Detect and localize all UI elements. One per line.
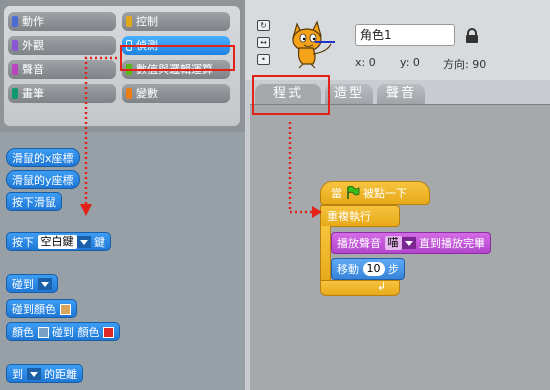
block-text: 步: [388, 263, 399, 276]
sprite-y-readout: y: 0: [400, 56, 420, 69]
sprite-info-header: ↻ ↔ • 角色1 x: 0 y: 0 方向: 90: [245, 0, 550, 80]
category-motion[interactable]: 動作: [8, 12, 116, 31]
block-mouse-y[interactable]: 滑鼠的y座標: [6, 170, 80, 189]
forever-c-bottom: ↲: [320, 280, 400, 296]
forever-c-arm: [320, 226, 331, 282]
block-text: 按下: [12, 236, 34, 249]
sound-dropdown-value[interactable]: 喵: [384, 236, 402, 250]
block-forever[interactable]: 重複執行: [320, 205, 400, 227]
block-text: 碰到: [12, 278, 34, 291]
category-swatch: [12, 64, 18, 75]
block-touching[interactable]: 碰到: [6, 274, 58, 293]
dropdown-arrow-icon[interactable]: [76, 236, 91, 248]
block-mouse-down[interactable]: 按下滑鼠: [6, 192, 62, 211]
move-steps-input[interactable]: 10: [362, 262, 385, 276]
left-pane: 動作 控制 外觀 偵測 聲音 數值與邏輯運算 畫筆 變數 滑鼠的x座標 滑鼠的y…: [0, 0, 245, 390]
rotate-style-left-right-icon[interactable]: ↔: [257, 37, 270, 48]
loop-arrow-icon: ↲: [377, 280, 387, 293]
category-label: 聲音: [22, 63, 44, 76]
sprite-direction-readout: 方向: 90: [443, 58, 487, 71]
category-swatch: [12, 88, 18, 99]
block-move-steps[interactable]: 移動 10 步: [331, 258, 405, 280]
color-swatch[interactable]: [103, 326, 114, 338]
block-when-flag-clicked[interactable]: 當 被點一下: [320, 181, 430, 205]
tab-costumes[interactable]: 造型: [325, 84, 373, 104]
block-text: 鍵: [94, 236, 105, 249]
category-label: 控制: [136, 15, 158, 28]
block-text: 碰到顏色: [12, 303, 56, 316]
color-swatch[interactable]: [59, 303, 71, 315]
dropdown-arrow-icon[interactable]: [26, 368, 41, 380]
category-label: 變數: [136, 87, 158, 100]
block-touching-color[interactable]: 碰到顏色: [6, 299, 77, 318]
category-sound[interactable]: 聲音: [8, 60, 116, 79]
block-color-touching-color[interactable]: 顏色 碰到 顏色: [6, 322, 120, 341]
category-pen[interactable]: 畫筆: [8, 84, 116, 103]
category-looks[interactable]: 外觀: [8, 36, 116, 55]
block-key-pressed[interactable]: 按下 空白鍵 鍵: [6, 232, 111, 251]
category-swatch: [126, 88, 132, 99]
green-flag-icon: [346, 185, 359, 199]
block-text: 播放聲音: [337, 237, 381, 250]
category-label: 動作: [22, 15, 44, 28]
block-mouse-x[interactable]: 滑鼠的x座標: [6, 148, 80, 167]
dropdown-arrow-icon[interactable]: [37, 278, 52, 290]
sprite-x-readout: x: 0: [355, 56, 376, 69]
dropdown-arrow-icon[interactable]: [401, 237, 416, 249]
script-area[interactable]: 當 被點一下 重複執行 ↲ 播放聲音 喵 直到播放完畢 移動 10 步: [250, 104, 550, 390]
block-text: 移動: [337, 263, 359, 276]
key-dropdown-value[interactable]: 空白鍵: [37, 235, 77, 249]
category-variables[interactable]: 變數: [122, 84, 230, 103]
category-label: 畫筆: [22, 87, 44, 100]
block-text: 直到播放完畢: [419, 237, 485, 250]
category-swatch: [126, 16, 132, 27]
block-text: 碰到 顏色: [52, 326, 100, 339]
sprite-cat-icon: [292, 20, 335, 69]
category-label: 外觀: [22, 39, 44, 52]
block-text: 當: [331, 187, 342, 200]
color-swatch[interactable]: [37, 326, 49, 338]
category-swatch: [12, 16, 18, 27]
block-play-sound-until-done[interactable]: 播放聲音 喵 直到播放完畢: [331, 232, 491, 254]
block-text: 的距離: [44, 368, 77, 381]
block-text: 被點一下: [363, 187, 407, 200]
sensing-highlight-box: [120, 45, 235, 71]
scripts-tab-highlight-box: [252, 75, 330, 115]
sprite-name-input[interactable]: 角色1: [355, 24, 455, 46]
block-distance-to[interactable]: 到 的距離: [6, 364, 83, 383]
rotate-style-all-around-icon[interactable]: ↻: [257, 20, 270, 31]
right-pane: ↻ ↔ • 角色1 x: 0 y: 0 方向: 90 程式 造型 聲音 當 被點…: [245, 0, 550, 390]
rotate-style-none-icon[interactable]: •: [257, 54, 270, 65]
block-palette: 滑鼠的x座標 滑鼠的y座標 按下滑鼠 按下 空白鍵 鍵 碰到 碰到顏色 顏色 碰…: [0, 132, 245, 390]
block-text: 重複執行: [327, 210, 371, 223]
category-control[interactable]: 控制: [122, 12, 230, 31]
block-text: 到: [12, 368, 23, 381]
tab-sounds[interactable]: 聲音: [377, 84, 425, 104]
category-swatch: [12, 40, 18, 51]
block-text: 顏色: [12, 326, 34, 339]
lock-icon[interactable]: [465, 28, 479, 44]
